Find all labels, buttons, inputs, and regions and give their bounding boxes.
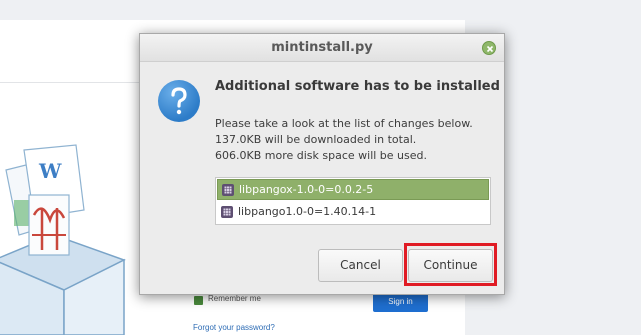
close-button[interactable] <box>482 41 496 55</box>
dropbox-illustration: W <box>0 144 126 335</box>
package-icon <box>221 206 233 218</box>
question-icon <box>158 80 200 122</box>
package-list[interactable]: libpangox-1.0-0=0.0.2-5 libpango1.0-0=1.… <box>215 177 491 225</box>
highlight-box <box>404 243 497 286</box>
cancel-button[interactable]: Cancel <box>318 249 403 282</box>
remember-label: Remember me <box>208 294 261 303</box>
description-line: Please take a look at the list of change… <box>215 117 473 130</box>
dialog-heading: Additional software has to be installed <box>215 79 500 94</box>
svg-text:W: W <box>38 159 62 183</box>
disk-space-line: 606.0KB more disk space will be used. <box>215 149 427 162</box>
download-size-line: 137.0KB will be downloaded in total. <box>215 133 417 146</box>
package-row[interactable]: libpango1.0-0=1.40.14-1 <box>217 202 489 223</box>
window-title: mintinstall.py <box>271 40 373 55</box>
forgot-password-link[interactable]: Forgot your password? <box>193 323 275 332</box>
close-icon <box>486 45 494 53</box>
package-name: libpangox-1.0-0=0.0.2-5 <box>239 183 374 196</box>
package-name: libpango1.0-0=1.40.14-1 <box>238 205 377 218</box>
package-row[interactable]: libpangox-1.0-0=0.0.2-5 <box>217 179 489 200</box>
titlebar[interactable]: mintinstall.py <box>140 34 504 62</box>
package-icon <box>222 184 234 196</box>
remember-checkbox[interactable] <box>194 296 203 305</box>
